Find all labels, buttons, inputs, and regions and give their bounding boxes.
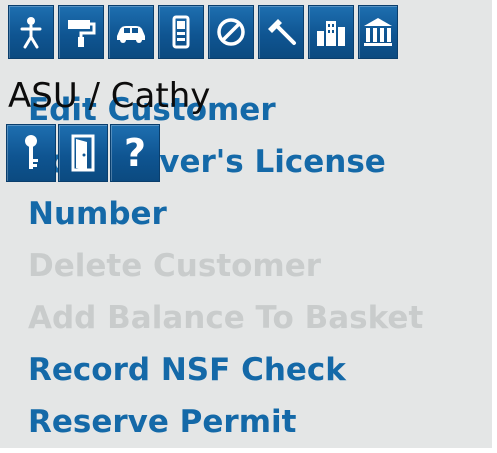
key-icon	[25, 135, 38, 169]
buildings-icon	[317, 21, 345, 46]
menu-item-record-nsf-check[interactable]: Record NSF Check	[28, 344, 423, 396]
customer-panel: ASU / Cathy ? Edit Customer Edit Driver'…	[0, 0, 492, 448]
person-icon	[20, 17, 42, 49]
toolbar-button-device[interactable]	[158, 5, 204, 59]
gavel-icon	[268, 19, 296, 45]
door-icon	[71, 134, 95, 172]
toolbar-button-person[interactable]	[8, 5, 54, 59]
toolbar-button-courthouse[interactable]	[358, 5, 398, 59]
main-toolbar	[8, 5, 402, 59]
toolbar-button-buildings[interactable]	[308, 5, 354, 59]
mobile-device-icon	[172, 15, 190, 49]
toolbar-button-prohibited[interactable]	[208, 5, 254, 59]
menu-item-edit-drivers-license-number[interactable]: Number	[28, 188, 423, 240]
menu-item-delete-customer: Delete Customer	[28, 248, 322, 284]
car-icon	[117, 26, 145, 43]
sub-toolbar: ?	[6, 124, 162, 182]
prohibited-icon	[217, 18, 245, 46]
help-icon: ?	[123, 131, 147, 175]
page: ASU / Cathy ? Edit Customer Edit Driver'…	[0, 0, 497, 453]
sub-button-key[interactable]	[6, 124, 56, 182]
toolbar-button-vehicle[interactable]	[108, 5, 154, 59]
menu-item-add-balance-to-basket: Add Balance To Basket	[28, 300, 424, 336]
paint-roller-icon	[68, 20, 96, 47]
sub-button-door[interactable]	[58, 124, 108, 182]
breadcrumb: ASU / Cathy	[8, 76, 211, 116]
courthouse-icon	[364, 18, 392, 46]
toolbar-button-gavel[interactable]	[258, 5, 304, 59]
menu-item-reserve-permit[interactable]: Reserve Permit	[28, 396, 423, 448]
sub-button-help[interactable]: ?	[110, 124, 160, 182]
toolbar-button-paint[interactable]	[58, 5, 104, 59]
